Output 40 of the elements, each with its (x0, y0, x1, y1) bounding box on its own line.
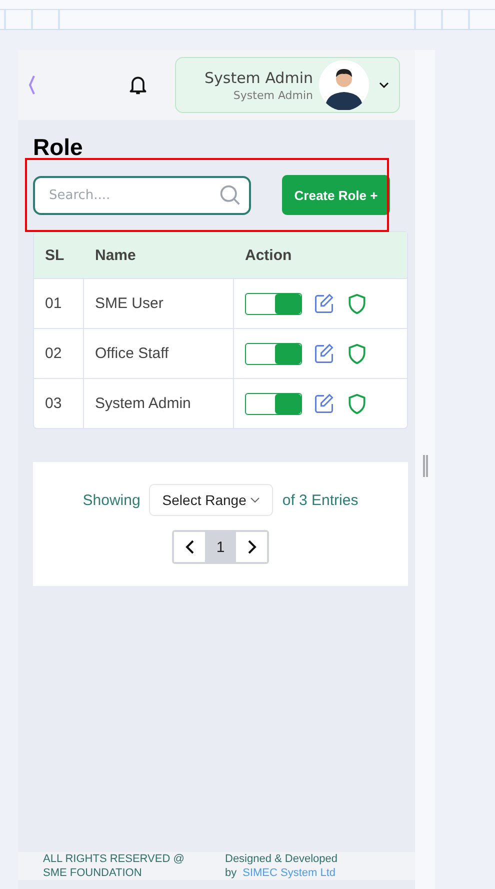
bell-icon[interactable] (127, 74, 149, 96)
credit-text: Designed & Developed (225, 852, 338, 866)
table-cell: Office Staff (84, 329, 234, 378)
table-cell: 03 (34, 379, 84, 428)
chevron-left-icon (184, 539, 194, 555)
copyright-text: SME FOUNDATION (43, 866, 143, 880)
status-toggle[interactable] (245, 342, 302, 364)
column-header: SL (44, 246, 66, 264)
page-title: Role (33, 134, 84, 161)
edit-icon[interactable] (313, 342, 335, 364)
edit-icon[interactable] (313, 292, 335, 314)
column-header: Name (94, 246, 137, 264)
search-field[interactable]: Search.... (33, 176, 251, 214)
caret-down-icon (250, 497, 260, 503)
credit-text: by (225, 866, 237, 880)
chevron-left-icon[interactable] (28, 75, 36, 95)
shield-icon[interactable] (346, 392, 368, 414)
showing-label: Showing (82, 492, 140, 508)
range-select[interactable]: Select Range (149, 484, 274, 516)
shield-icon[interactable] (346, 342, 368, 364)
entries-count: of 3 Entries (282, 492, 358, 508)
edit-icon[interactable] (313, 392, 335, 414)
table-cell: SME User (84, 279, 234, 328)
status-toggle[interactable] (245, 292, 302, 314)
chevron-right-icon (246, 539, 256, 555)
column-header: Action (244, 246, 293, 264)
copyright-text: ALL RIGHTS RESERVED @ (43, 852, 186, 866)
table-cell: 01 (34, 279, 84, 328)
resize-handle[interactable] (422, 455, 428, 477)
user-name: System Admin (204, 68, 313, 86)
avatar-icon (319, 60, 369, 110)
caret-down-icon (379, 82, 389, 88)
shield-icon[interactable] (346, 292, 368, 314)
search-icon (219, 184, 241, 206)
page-button[interactable]: 1 (205, 532, 236, 562)
status-toggle[interactable] (245, 392, 302, 414)
user-role: System Admin (233, 88, 313, 102)
table-cell: 02 (34, 329, 84, 378)
table-cell: System Admin (84, 379, 234, 428)
profile-card[interactable]: System Admin System Admin (175, 57, 400, 113)
